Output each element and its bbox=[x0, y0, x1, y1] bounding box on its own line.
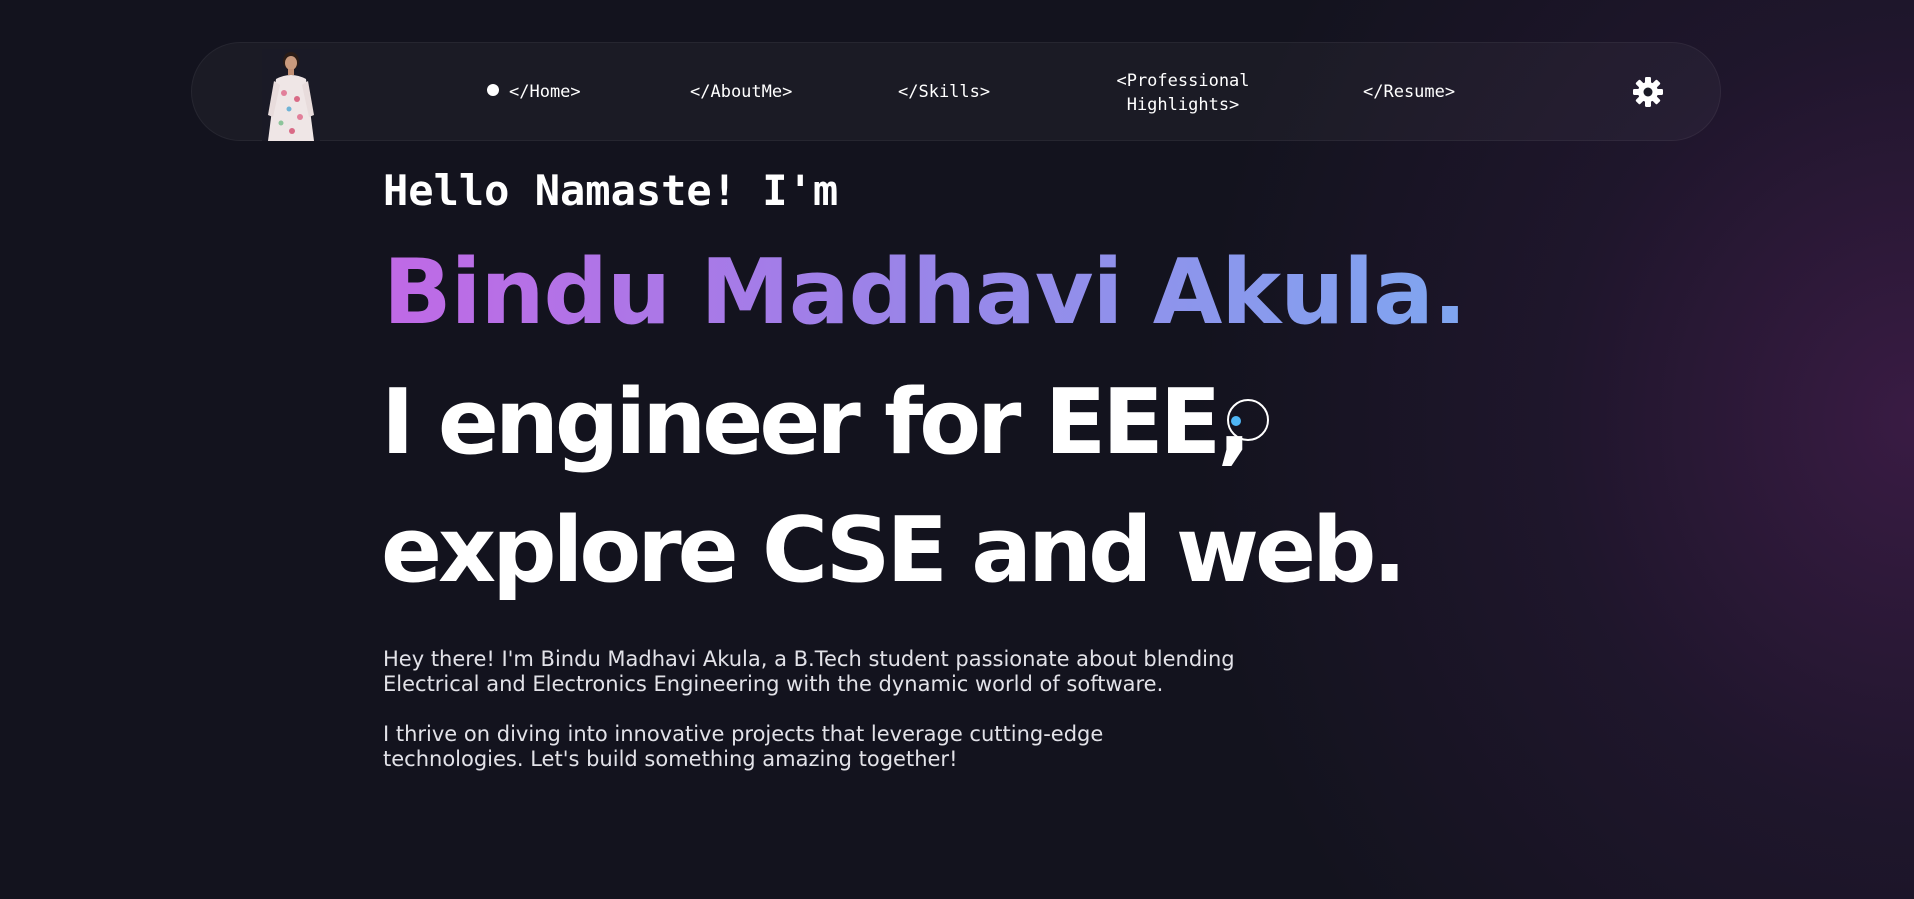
projects-paragraph-line2: technologies. Let's build something amaz… bbox=[383, 747, 958, 771]
nav-item-resume[interactable]: </Resume> bbox=[1363, 80, 1455, 104]
hero-tagline-line2: explore CSE and web. bbox=[381, 498, 1407, 603]
projects-paragraph: I thrive on diving into innovative proje… bbox=[383, 722, 1103, 772]
active-indicator-dot bbox=[487, 84, 499, 96]
projects-paragraph-line1: I thrive on diving into innovative proje… bbox=[383, 722, 1104, 746]
hero-greeting: Hello Namaste! I'm bbox=[383, 166, 839, 215]
hero-name: Bindu Madhavi Akula. bbox=[383, 238, 1467, 348]
profile-photo-icon bbox=[262, 49, 320, 141]
intro-paragraph-line2: Electrical and Electronics Engineering w… bbox=[383, 672, 1164, 696]
nav-item-aboutme[interactable]: </AboutMe> bbox=[690, 80, 792, 104]
intro-paragraph: Hey there! I'm Bindu Madhavi Akula, a B.… bbox=[383, 647, 1235, 697]
nav-item-professional-highlights[interactable]: <Professional Highlights> bbox=[1108, 69, 1258, 117]
custom-cursor-dot bbox=[1231, 416, 1241, 426]
profile-avatar[interactable] bbox=[262, 49, 320, 141]
nav-item-home[interactable]: </Home> bbox=[487, 80, 581, 104]
hero-tagline-line1: I engineer for EEE, bbox=[381, 370, 1251, 475]
nav-item-highlights-line2: Highlights> bbox=[1126, 95, 1240, 115]
settings-button[interactable] bbox=[1632, 76, 1664, 108]
nav-item-home-label: </Home> bbox=[509, 82, 581, 102]
intro-paragraph-line1: Hey there! I'm Bindu Madhavi Akula, a B.… bbox=[383, 647, 1235, 671]
navbar: </Home> </AboutMe> </Skills> <Profession… bbox=[191, 42, 1721, 141]
nav-item-highlights-line1: <Professional bbox=[1116, 71, 1250, 91]
nav-item-skills[interactable]: </Skills> bbox=[898, 80, 990, 104]
gear-icon bbox=[1633, 77, 1663, 107]
